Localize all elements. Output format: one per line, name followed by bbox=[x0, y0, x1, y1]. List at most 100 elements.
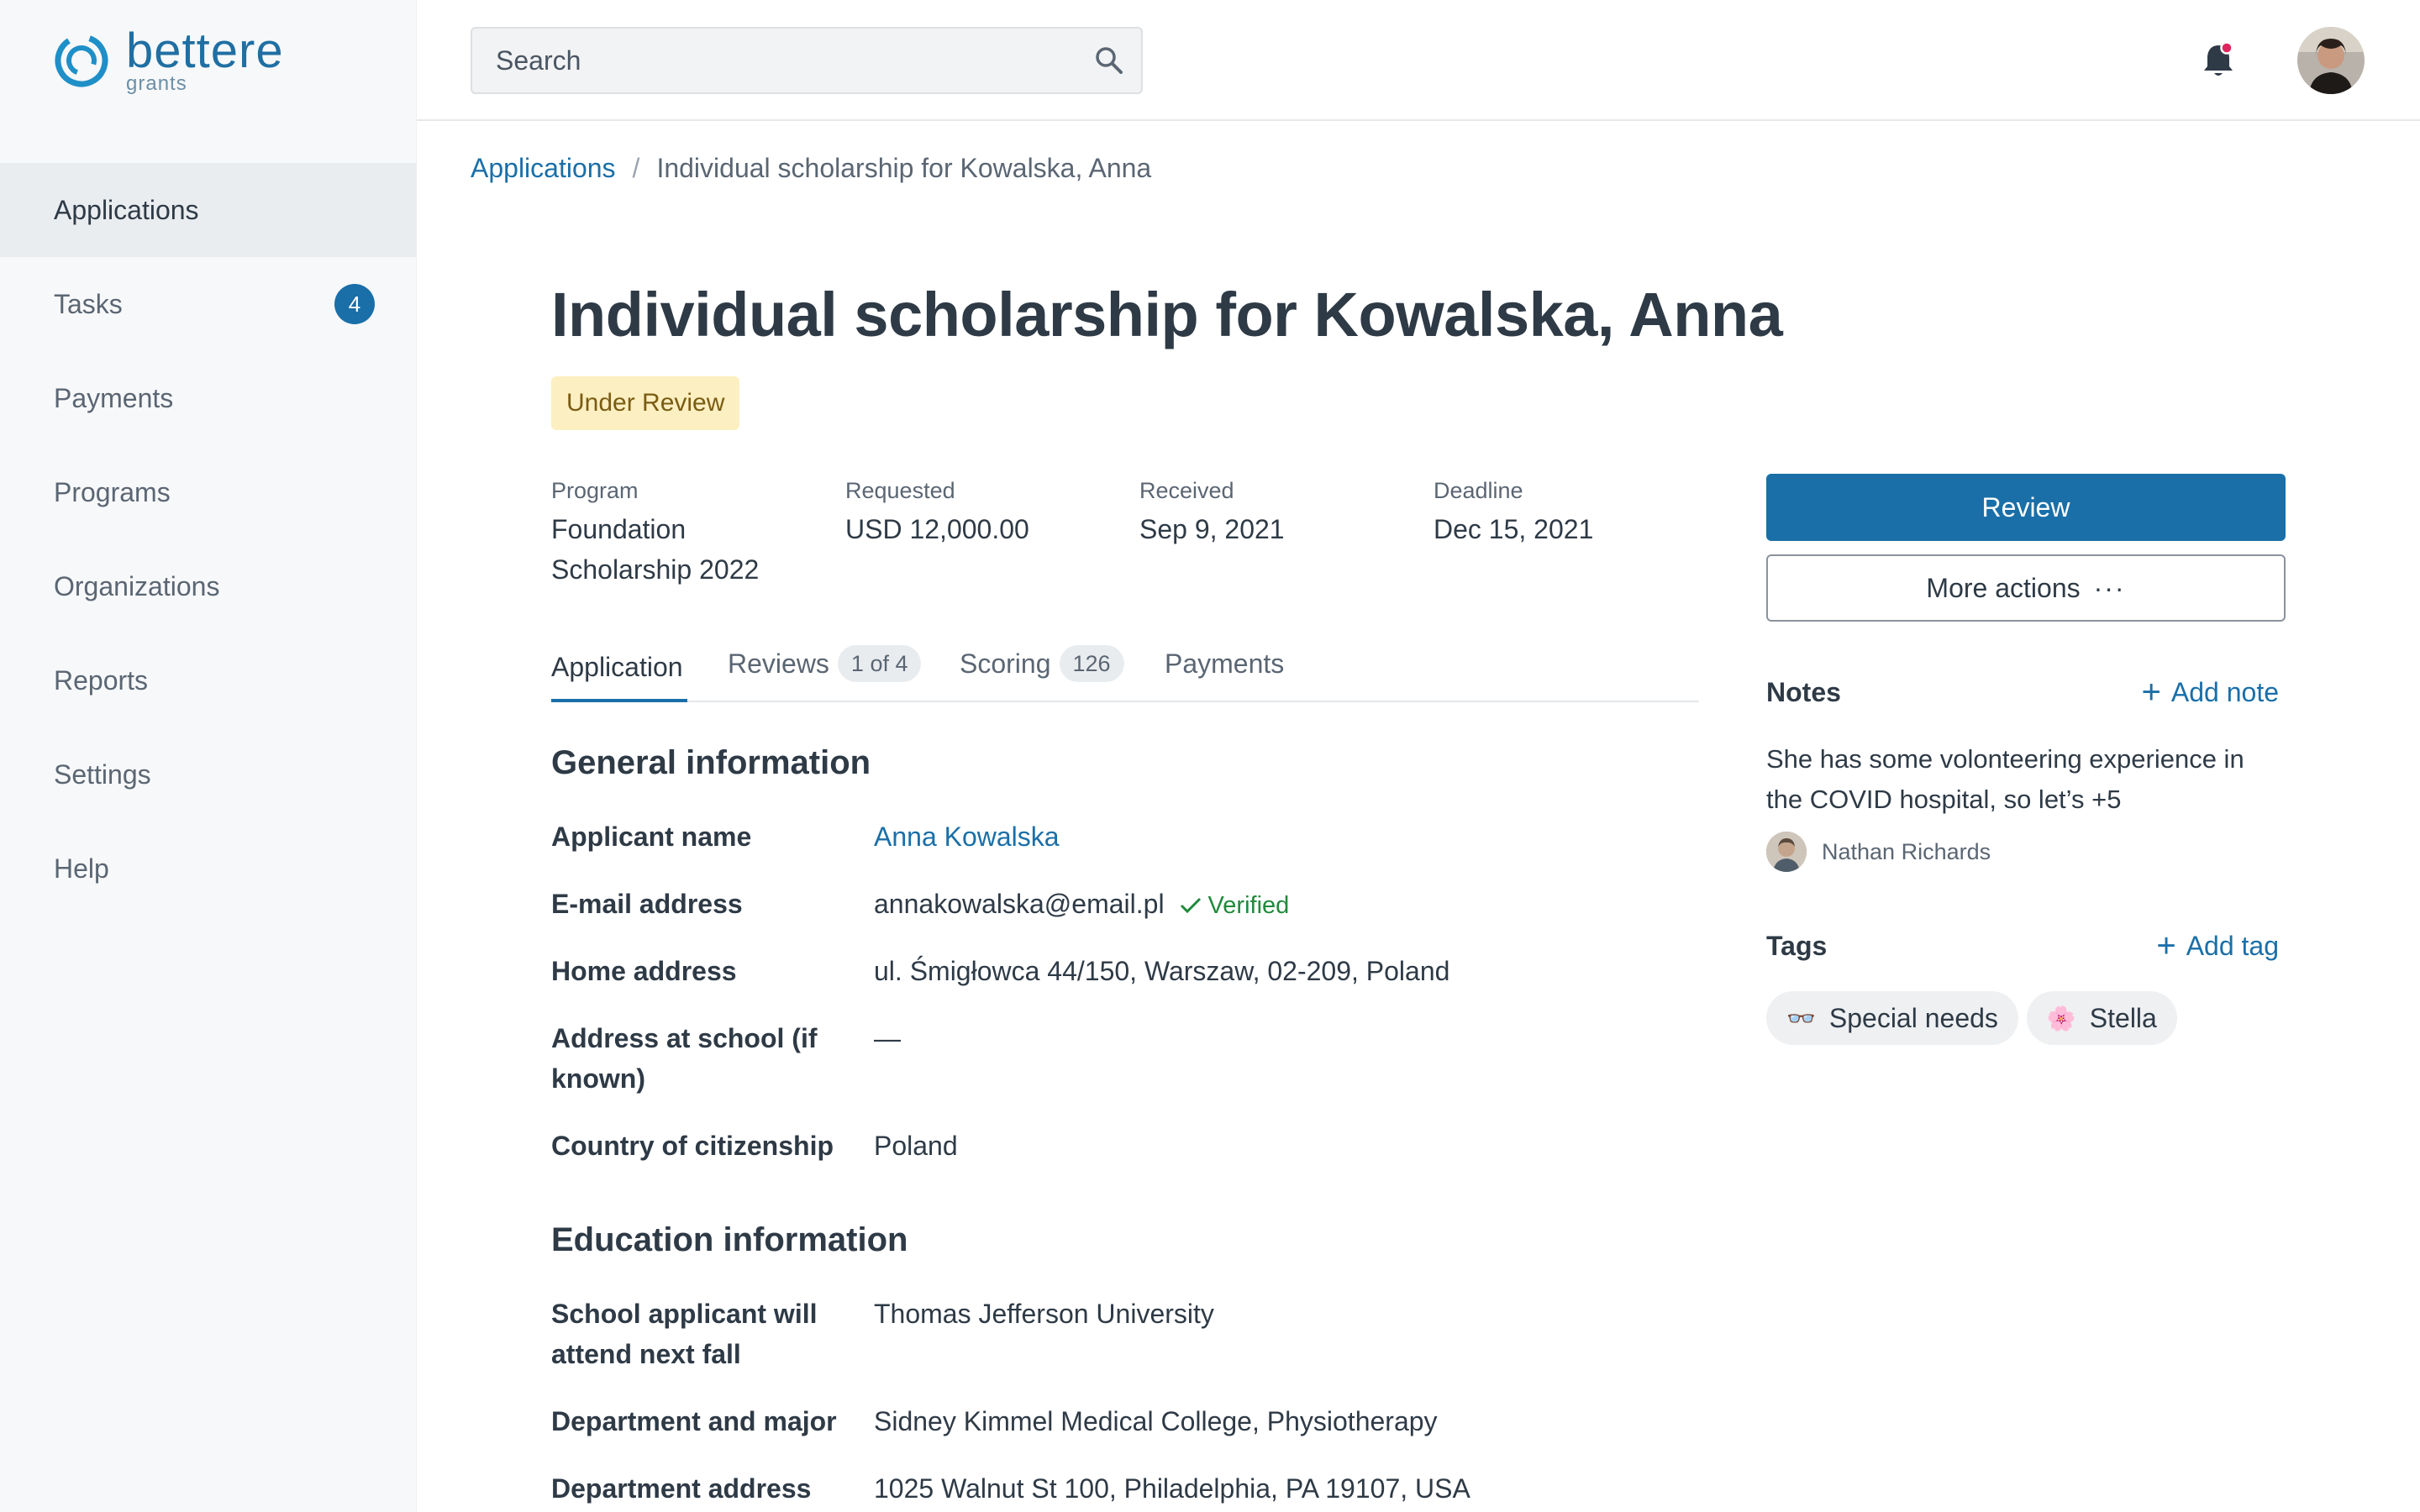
logo-mark-icon bbox=[55, 34, 108, 87]
breadcrumb-separator: / bbox=[632, 153, 640, 183]
search-icon[interactable] bbox=[1094, 45, 1124, 76]
field-label: Applicant name bbox=[551, 822, 752, 852]
sidebar-item-programs[interactable]: Programs bbox=[0, 445, 417, 539]
note-author: Nathan Richards bbox=[1766, 832, 1991, 872]
status-badge: Under Review bbox=[551, 376, 740, 430]
add-tag-label: Add tag bbox=[2186, 931, 2279, 961]
meta-label: Requested bbox=[845, 478, 955, 503]
tab-scoring[interactable]: Scoring 126 bbox=[960, 643, 1124, 684]
tabs: Application Reviews 1 of 4 Scoring 126 P… bbox=[551, 637, 1699, 702]
field-value: Poland bbox=[874, 1131, 958, 1161]
field-value: Thomas Jefferson University bbox=[874, 1299, 1214, 1329]
sidebar-item-label: Payments bbox=[54, 382, 174, 413]
tag-special-needs[interactable]: 👓 Special needs bbox=[1766, 991, 2018, 1045]
sidebar-item-label: Settings bbox=[54, 759, 151, 790]
breadcrumb-applications-link[interactable]: Applications bbox=[471, 153, 616, 184]
tags-title: Tags bbox=[1766, 931, 1828, 961]
search-input[interactable] bbox=[496, 29, 1067, 92]
sidebar-item-organizations[interactable]: Organizations bbox=[0, 539, 417, 633]
user-avatar[interactable] bbox=[2297, 27, 2365, 94]
breadcrumb: Applications / Individual scholarship fo… bbox=[471, 153, 1151, 184]
notes-title: Notes bbox=[1766, 677, 1841, 707]
sidebar-item-label: Help bbox=[54, 853, 109, 884]
field-label: Address at school (if known) bbox=[551, 1023, 818, 1094]
tab-label: Payments bbox=[1165, 648, 1285, 679]
plus-icon: + bbox=[2156, 927, 2176, 964]
tab-reviews[interactable]: Reviews 1 of 4 bbox=[728, 643, 922, 684]
review-button[interactable]: Review bbox=[1766, 474, 2286, 541]
field-label: Country of citizenship bbox=[551, 1131, 834, 1161]
meta-requested: Requested USD 12,000.00 bbox=[845, 475, 1114, 549]
checkmark-icon bbox=[1180, 897, 1201, 914]
more-dots-icon: ··· bbox=[2093, 572, 2126, 603]
breadcrumb-current: Individual scholarship for Kowalska, Ann… bbox=[656, 153, 1152, 183]
tag-stella[interactable]: 🌸 Stella bbox=[2026, 991, 2177, 1045]
notification-dot bbox=[2220, 41, 2233, 55]
field-value-wrap: annakowalska@email.pl Verified bbox=[874, 884, 1289, 926]
sidebar: bettere grants Applications Tasks 4 Paym… bbox=[0, 0, 417, 1512]
note-author-avatar bbox=[1766, 832, 1807, 872]
verified-label: Verified bbox=[1207, 892, 1290, 919]
sidebar-item-tasks[interactable]: Tasks 4 bbox=[0, 257, 417, 351]
more-actions-label: More actions bbox=[1926, 572, 2081, 603]
tasks-count-badge: 4 bbox=[334, 284, 375, 324]
user-avatar-image bbox=[2297, 27, 2365, 94]
plus-icon: + bbox=[2141, 674, 2161, 711]
field-label: E-mail address bbox=[551, 889, 743, 919]
field-label: Department address bbox=[551, 1473, 812, 1504]
search-box bbox=[471, 27, 1143, 94]
sidebar-item-reports[interactable]: Reports bbox=[0, 633, 417, 727]
meta-deadline: Deadline Dec 15, 2021 bbox=[1434, 475, 1702, 549]
tag-label: Stella bbox=[2089, 1002, 2157, 1033]
meta-value: Dec 15, 2021 bbox=[1434, 514, 1594, 544]
add-note-button[interactable]: + Add note bbox=[2142, 674, 2279, 711]
tab-payments[interactable]: Payments bbox=[1165, 643, 1284, 684]
glasses-icon: 👓 bbox=[1786, 1005, 1816, 1032]
logo-name: bettere bbox=[126, 24, 284, 78]
top-bar bbox=[417, 0, 2420, 121]
note-text: She has some volonteering experience in … bbox=[1766, 744, 2244, 814]
field-value: — bbox=[874, 1023, 901, 1053]
add-tag-button[interactable]: + Add tag bbox=[2156, 927, 2279, 965]
tab-application[interactable]: Application bbox=[551, 647, 683, 687]
sidebar-item-label: Applications bbox=[54, 194, 199, 225]
tab-count: 1 of 4 bbox=[837, 645, 922, 682]
sidebar-item-label: Organizations bbox=[54, 570, 220, 601]
field-label: Home address bbox=[551, 956, 737, 986]
flower-icon: 🌸 bbox=[2046, 1005, 2076, 1032]
section-title-education: Education information bbox=[551, 1221, 908, 1258]
meta-label: Received bbox=[1139, 478, 1234, 503]
note-author-avatar-image bbox=[1766, 832, 1807, 872]
meta-value: Sep 9, 2021 bbox=[1139, 514, 1285, 544]
bettere-logo[interactable]: bettere grants bbox=[52, 25, 284, 96]
tab-label: Scoring bbox=[960, 648, 1051, 679]
tab-label: Reviews bbox=[728, 648, 829, 679]
field-value: ul. Śmigłowca 44/150, Warszaw, 02-209, P… bbox=[874, 956, 1450, 986]
field-value: 1025 Walnut St 100, Philadelphia, PA 191… bbox=[874, 1473, 1470, 1504]
applicant-name-link[interactable]: Anna Kowalska bbox=[874, 816, 1060, 857]
email-value: annakowalska@email.pl bbox=[874, 889, 1165, 919]
sidebar-item-label: Reports bbox=[54, 664, 149, 696]
tab-label: Application bbox=[551, 651, 683, 682]
sidebar-item-help[interactable]: Help bbox=[0, 822, 417, 916]
notification-bell-icon[interactable] bbox=[2195, 37, 2242, 84]
tab-count: 126 bbox=[1059, 645, 1124, 682]
meta-label: Deadline bbox=[1434, 478, 1523, 503]
sidebar-item-applications[interactable]: Applications bbox=[0, 163, 417, 257]
sidebar-item-label: Programs bbox=[54, 476, 171, 507]
more-actions-button[interactable]: More actions ··· bbox=[1766, 554, 2286, 622]
section-title-general: General information bbox=[551, 744, 871, 781]
field-label: Department and major bbox=[551, 1406, 837, 1436]
active-tab-indicator bbox=[551, 699, 687, 702]
verified-status: Verified bbox=[1180, 892, 1290, 919]
tag-label: Special needs bbox=[1828, 1002, 1998, 1033]
meta-value: Foundation Scholarship 2022 bbox=[551, 514, 760, 585]
sidebar-item-payments[interactable]: Payments bbox=[0, 351, 417, 445]
meta-received: Received Sep 9, 2021 bbox=[1139, 475, 1408, 549]
field-label: School applicant will attend next fall bbox=[551, 1299, 818, 1369]
tags-list: 👓 Special needs 🌸 Stella bbox=[1766, 991, 2177, 1045]
field-value: Sidney Kimmel Medical College, Physiothe… bbox=[874, 1406, 1438, 1436]
sidebar-item-settings[interactable]: Settings bbox=[0, 727, 417, 822]
meta-label: Program bbox=[551, 478, 639, 503]
add-note-label: Add note bbox=[2170, 677, 2279, 707]
